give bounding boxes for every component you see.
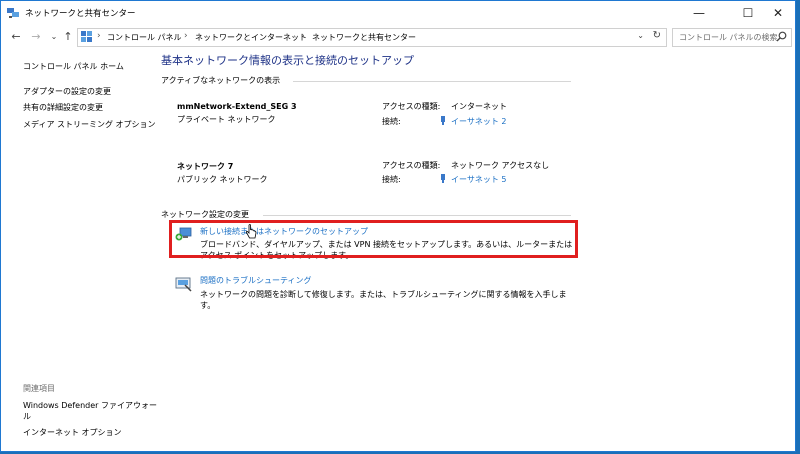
connection-link-ethernet-5[interactable]: イーサネット 5 <box>451 174 506 185</box>
connection-label: 接続: <box>382 117 401 126</box>
network-type: パブリック ネットワーク <box>177 175 268 184</box>
maximize-button[interactable]: ☐ <box>732 1 764 25</box>
refresh-icon[interactable]: ↻ <box>653 30 661 41</box>
window-title: ネットワークと共有センター <box>25 9 136 19</box>
search-icon[interactable] <box>776 31 787 42</box>
sidebar-item-adapter-settings[interactable]: アダプターの設定の変更 <box>23 86 111 97</box>
access-type-label: アクセスの種類: <box>382 161 441 170</box>
access-type-label: アクセスの種類: <box>382 102 441 111</box>
up-arrow-icon[interactable]: ↑ <box>61 29 75 45</box>
breadcrumb-network-internet[interactable]: ネットワークとインターネット <box>195 32 307 43</box>
network-name: ネットワーク 7 <box>177 162 234 171</box>
sidebar-item-media-streaming[interactable]: メディア ストリーミング オプション <box>23 119 156 130</box>
connection-label: 接続: <box>382 175 401 184</box>
troubleshoot-icon <box>175 277 192 292</box>
breadcrumb-separator-icon: › <box>301 31 305 41</box>
address-dropdown-icon[interactable]: ⌄ <box>637 31 644 40</box>
search-placeholder: コントロール パネルの検索 <box>679 33 778 42</box>
breadcrumb-control-panel[interactable]: コントロール パネル <box>107 32 182 43</box>
section-divider <box>293 81 571 82</box>
window: ネットワークと共有センター — ☐ ✕ ← → ⌄ ↑ › コントロール パネル… <box>0 0 796 452</box>
search-input[interactable]: コントロール パネルの検索 <box>672 28 792 47</box>
highlight-box <box>169 220 578 258</box>
troubleshoot-link[interactable]: 問題のトラブルシューティング <box>200 275 312 286</box>
chevron-down-icon[interactable]: ⌄ <box>47 29 61 45</box>
forward-arrow-icon[interactable]: → <box>29 29 43 45</box>
page-title: 基本ネットワーク情報の表示と接続のセットアップ <box>161 54 414 67</box>
related-heading: 関連項目 <box>23 384 55 393</box>
ethernet-icon <box>441 174 445 183</box>
connection-link-ethernet-2[interactable]: イーサネット 2 <box>451 116 506 127</box>
access-type-value: ネットワーク アクセスなし <box>451 161 550 170</box>
close-button[interactable]: ✕ <box>762 1 794 25</box>
breadcrumb-separator-icon: › <box>97 31 101 41</box>
network-center-icon <box>7 8 19 18</box>
control-panel-icon <box>81 31 92 42</box>
related-firewall-link-cont[interactable]: ル <box>23 411 31 422</box>
active-networks-label: アクティブなネットワークの表示 <box>161 76 281 85</box>
sidebar-item-advanced-sharing[interactable]: 共有の詳細設定の変更 <box>23 102 103 113</box>
network-type: プライベート ネットワーク <box>177 115 276 124</box>
ethernet-icon <box>441 116 445 125</box>
change-settings-label: ネットワーク設定の変更 <box>161 210 249 219</box>
address-row: ← → ⌄ ↑ › コントロール パネル › ネットワークとインターネット › … <box>1 26 795 48</box>
troubleshoot-description: ネットワークの問題を診断して修復します。または、トラブルシューティングに関する情… <box>200 290 567 310</box>
minimize-button[interactable]: — <box>683 1 715 25</box>
breadcrumb-network-sharing[interactable]: ネットワークと共有センター <box>312 32 416 43</box>
access-type-value: インターネット <box>451 102 507 111</box>
back-arrow-icon[interactable]: ← <box>9 29 23 45</box>
related-firewall-link[interactable]: Windows Defender ファイアウォー <box>23 400 157 411</box>
title-bar: ネットワークと共有センター — ☐ ✕ <box>1 1 795 25</box>
address-bar[interactable]: › コントロール パネル › ネットワークとインターネット › ネットワークと共… <box>77 28 667 47</box>
related-internet-options-link[interactable]: インターネット オプション <box>23 427 122 438</box>
sidebar-control-panel-home[interactable]: コントロール パネル ホーム <box>23 61 124 72</box>
breadcrumb-separator-icon: › <box>184 31 188 41</box>
network-name: mmNetwork-Extend_SEG 3 <box>177 102 297 111</box>
hand-cursor-icon <box>245 224 257 239</box>
section-divider <box>263 215 571 216</box>
